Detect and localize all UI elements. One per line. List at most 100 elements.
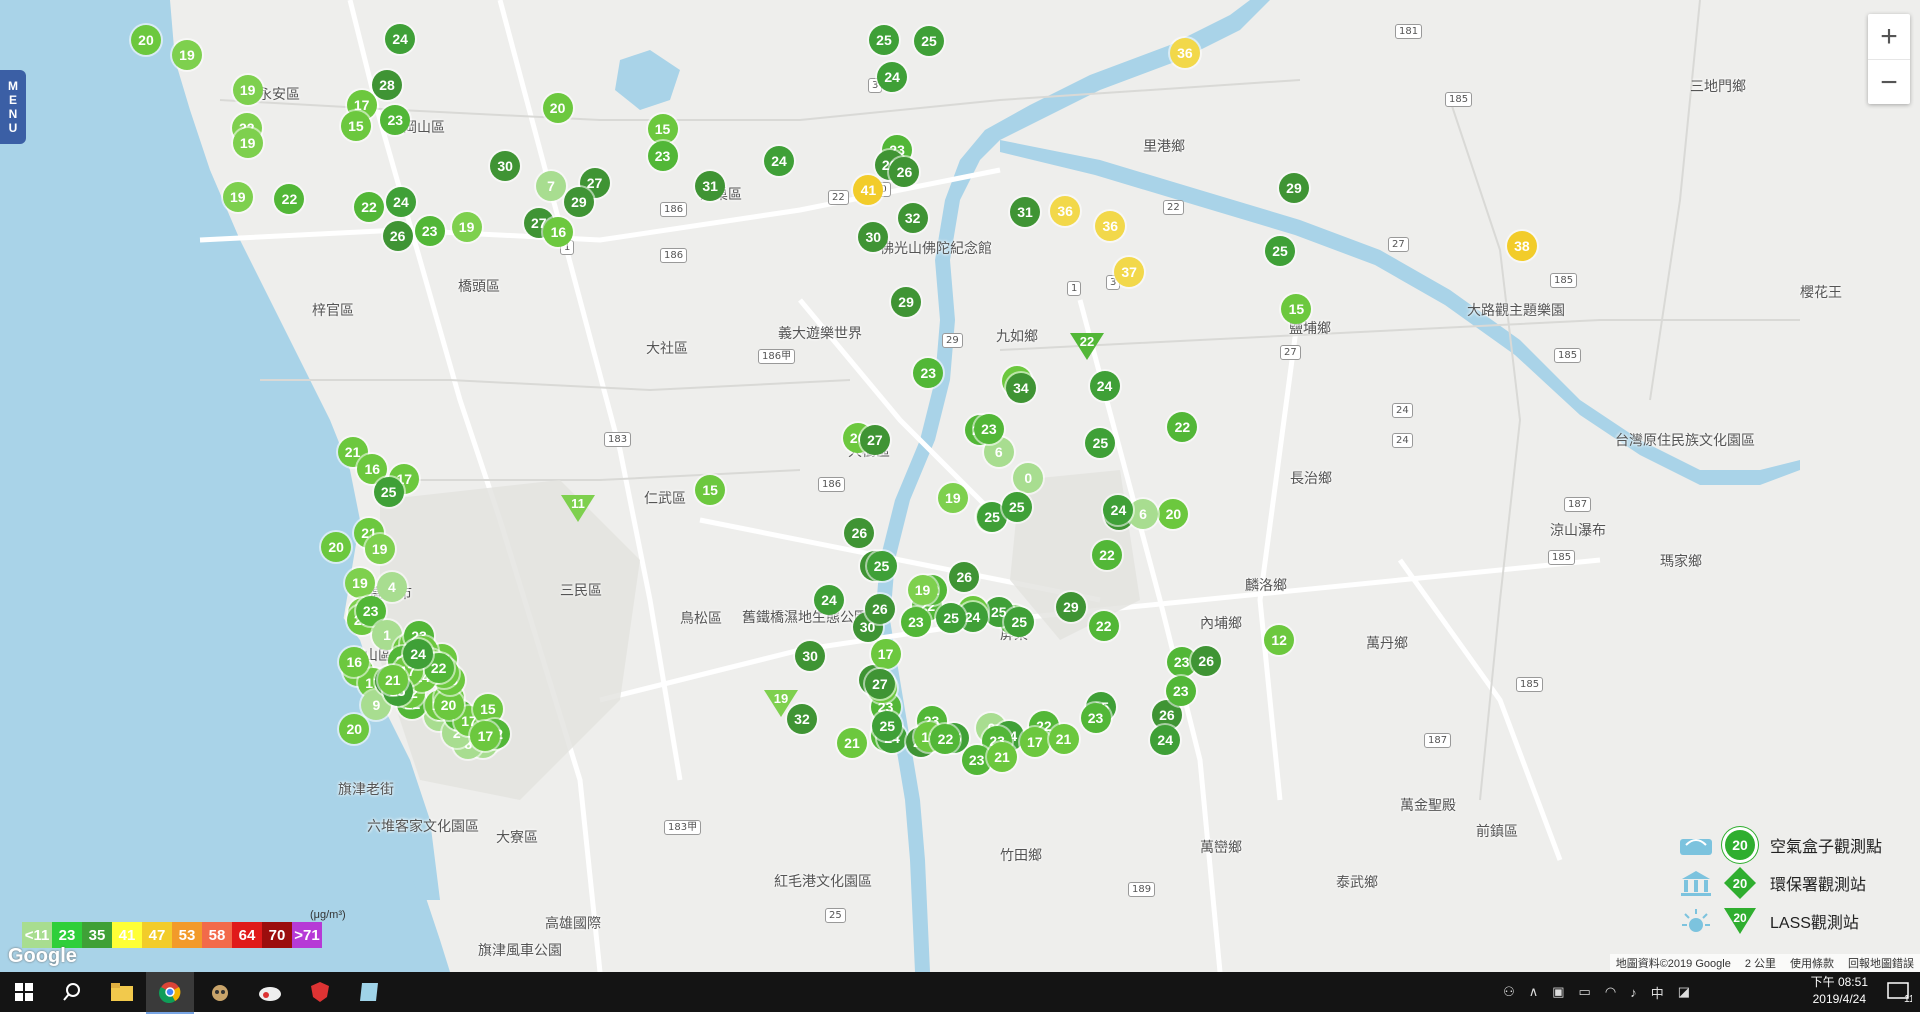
clock[interactable]: 下午 08:51 2019/4/24 — [1811, 974, 1868, 1008]
wifi-icon[interactable]: ◠ — [1605, 984, 1616, 1000]
sensor-marker[interactable]: 19 — [344, 568, 375, 599]
app-raccoon-icon[interactable] — [196, 972, 244, 1012]
sensor-marker[interactable]: 28 — [372, 70, 403, 101]
sensor-marker[interactable]: 12 — [1264, 625, 1295, 656]
sensor-marker[interactable]: 19 — [907, 574, 938, 605]
chevron-up-icon[interactable]: ∧ — [1529, 984, 1539, 1000]
sensor-marker[interactable]: 25 — [914, 26, 945, 57]
sensor-marker[interactable]: 25 — [868, 24, 899, 55]
sensor-marker[interactable]: 15 — [340, 110, 371, 141]
sensor-marker[interactable]: 20 — [542, 93, 573, 124]
battery-icon[interactable]: ▭ — [1579, 984, 1591, 1000]
sensor-marker[interactable]: 15 — [695, 474, 726, 505]
people-icon[interactable]: ⚇ — [1503, 984, 1515, 1000]
sensor-marker[interactable]: 22 — [274, 183, 305, 214]
sensor-marker[interactable]: 22 — [1092, 539, 1122, 570]
sensor-marker[interactable]: 29 — [891, 286, 922, 317]
sensor-marker[interactable]: 41 — [853, 175, 884, 206]
sensor-marker[interactable]: 23 — [1080, 702, 1111, 733]
sensor-marker[interactable]: 23 — [1165, 676, 1196, 707]
map-canvas[interactable]: 永安區岡山區燕巢區里港鄉三地門鄉梓官區大社區義大遊樂世界佛光山佛陀紀念館九如鄉鹽… — [0, 0, 1920, 972]
sensor-marker[interactable]: 23 — [973, 414, 1004, 444]
sensor-marker[interactable]: 24 — [403, 639, 434, 670]
sensor-marker[interactable]: 4 — [376, 571, 407, 602]
sensor-marker[interactable]: 36 — [1169, 38, 1200, 69]
sensor-marker[interactable]: 22 — [1088, 610, 1119, 641]
app-document-icon[interactable] — [346, 972, 394, 1012]
sensor-marker[interactable]: 24 — [1150, 725, 1181, 756]
sensor-marker[interactable]: 25 — [936, 602, 967, 633]
sensor-marker[interactable]: 24 — [764, 145, 794, 176]
sensor-marker[interactable]: 23 — [380, 105, 411, 136]
security-icon[interactable]: ▣ — [1552, 984, 1564, 1000]
sensor-marker[interactable]: 25 — [1001, 492, 1032, 522]
sensor-marker[interactable]: 23 — [913, 357, 944, 388]
sensor-marker[interactable]: 20 — [339, 713, 370, 744]
sensor-marker[interactable]: 31 — [1010, 197, 1040, 228]
sensor-marker[interactable]: 20 — [321, 531, 352, 562]
volume-icon[interactable]: ♪ — [1630, 985, 1637, 1000]
sensor-marker[interactable]: 17 — [870, 639, 901, 670]
sensor-marker[interactable]: 24 — [1103, 495, 1134, 526]
sensor-marker[interactable]: 26 — [1191, 645, 1222, 676]
sensor-marker[interactable]: 30 — [490, 151, 521, 182]
sensor-marker[interactable]: 23 — [900, 606, 931, 637]
report-error-link[interactable]: 回報地圖錯誤 — [1848, 955, 1914, 971]
sensor-marker[interactable]: 24 — [1089, 371, 1120, 402]
sensor-marker[interactable]: 34 — [1005, 373, 1036, 404]
sensor-marker[interactable]: 32 — [897, 203, 928, 234]
sensor-marker[interactable]: 21 — [987, 742, 1018, 773]
terms-link[interactable]: 使用條款 — [1790, 955, 1834, 971]
menu-tab[interactable]: MENU — [0, 70, 26, 144]
sensor-marker[interactable]: 24 — [814, 584, 845, 615]
sensor-marker[interactable]: 25 — [1265, 236, 1296, 267]
sensor-marker[interactable]: 24 — [385, 24, 416, 54]
sensor-marker[interactable]: 15 — [1281, 293, 1312, 324]
sensor-marker[interactable]: 7 — [536, 170, 567, 201]
sensor-marker[interactable]: 22 — [1167, 411, 1198, 442]
windows-start-icon[interactable] — [0, 972, 48, 1012]
sensor-marker[interactable]: 19 — [222, 182, 253, 213]
sensor-marker[interactable]: 21 — [377, 665, 408, 696]
sensor-marker[interactable]: 26 — [844, 517, 875, 548]
file-explorer-icon[interactable] — [98, 972, 146, 1012]
sensor-marker[interactable]: 17 — [1019, 726, 1050, 757]
sensor-marker[interactable]: 0 — [1013, 463, 1044, 494]
sensor-marker[interactable]: 29 — [1278, 172, 1309, 203]
sensor-marker[interactable]: 26 — [949, 562, 980, 593]
sensor-marker[interactable]: 17 — [470, 721, 501, 752]
sensor-marker[interactable]: 29 — [563, 187, 594, 218]
sensor-marker[interactable]: 21 — [1048, 724, 1079, 755]
sensor-marker[interactable]: 22 — [354, 192, 384, 223]
sensor-marker[interactable]: 30 — [858, 222, 889, 253]
sensor-marker[interactable]: 16 — [543, 216, 574, 247]
sensor-marker[interactable]: 19 — [937, 483, 968, 514]
sensor-marker[interactable]: 24 — [385, 187, 416, 218]
ime-indicator[interactable]: 中 — [1651, 983, 1664, 1002]
sensor-marker[interactable]: 30 — [795, 640, 826, 671]
sensor-marker[interactable]: 25 — [872, 711, 903, 742]
sensor-marker[interactable]: 26 — [889, 157, 920, 188]
sensor-marker[interactable]: 27 — [859, 424, 890, 455]
sensor-marker[interactable]: 16 — [339, 647, 370, 678]
sensor-marker[interactable]: 25 — [866, 551, 897, 582]
sensor-marker[interactable]: 19 — [232, 127, 263, 158]
sensor-marker[interactable]: 25 — [373, 477, 404, 508]
zoom-in-button[interactable]: + — [1868, 14, 1910, 60]
sensor-marker[interactable]: 21 — [836, 728, 867, 759]
sensor-marker[interactable]: 26 — [864, 594, 895, 625]
lass-marker[interactable]: 22 — [1069, 331, 1105, 361]
sensor-marker[interactable]: 19 — [451, 211, 482, 242]
lass-marker[interactable]: 19 — [763, 688, 799, 718]
sensor-marker[interactable]: 37 — [1114, 257, 1145, 288]
lass-marker[interactable]: 11 — [560, 493, 596, 523]
sensor-marker[interactable]: 26 — [382, 221, 413, 252]
sensor-marker[interactable]: 29 — [1055, 591, 1086, 622]
sensor-marker[interactable]: 27 — [864, 669, 895, 700]
ime-mode-icon[interactable]: ◪ — [1678, 984, 1690, 1000]
sensor-marker[interactable]: 19 — [232, 75, 263, 106]
sensor-marker[interactable]: 23 — [647, 141, 678, 171]
sensor-marker[interactable]: 19 — [171, 40, 202, 71]
sensor-marker[interactable]: 36 — [1050, 195, 1081, 226]
sensor-marker[interactable]: 19 — [364, 534, 395, 565]
